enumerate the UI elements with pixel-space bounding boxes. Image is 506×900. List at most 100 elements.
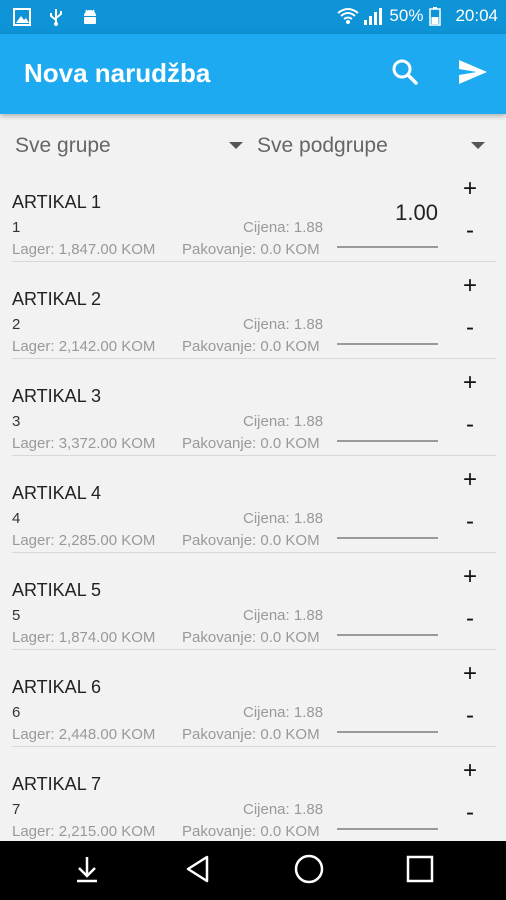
quantity-input[interactable] [337, 440, 438, 442]
navigation-bar [0, 841, 506, 900]
decrement-button[interactable]: - [458, 703, 482, 729]
quantity-input[interactable]: 1.00 [395, 200, 438, 226]
list-item[interactable]: ARTIKAL 6 6 Cijena: 1.88 Lager: 2,448.00… [0, 661, 506, 758]
item-name: ARTIKAL 6 [12, 677, 102, 697]
chevron-down-icon[interactable] [229, 142, 243, 149]
list-item[interactable]: ARTIKAL 7 7 Cijena: 1.88 Lager: 2,215.00… [0, 758, 506, 841]
item-packaging: Pakovanje: 0.0 KOM [182, 823, 320, 840]
back-icon [183, 854, 213, 889]
download-icon [72, 854, 102, 889]
item-stock: Lager: 1,847.00 KOM [12, 241, 156, 258]
item-price: Cijena: 1.88 [243, 219, 324, 236]
usb-icon [46, 7, 66, 27]
filter-bar: Sve grupe Sve podgrupe [0, 114, 506, 176]
item-name: ARTIKAL 3 [12, 386, 102, 406]
search-icon [391, 58, 419, 91]
item-code: 7 [12, 801, 21, 818]
item-code: 2 [12, 316, 21, 333]
item-stock: Lager: 2,448.00 KOM [12, 726, 156, 743]
item-code: 5 [12, 607, 21, 624]
battery-icon [429, 6, 449, 26]
subgroup-dropdown[interactable]: Sve podgrupe [257, 134, 388, 158]
search-button[interactable] [387, 56, 423, 92]
signal-icon [363, 6, 383, 26]
list-item[interactable]: ARTIKAL 3 3 Cijena: 1.88 Lager: 3,372.00… [0, 370, 506, 467]
increment-button[interactable]: + [458, 758, 482, 784]
quantity-input[interactable] [337, 634, 438, 636]
item-packaging: Pakovanje: 0.0 KOM [182, 435, 320, 452]
image-icon [12, 7, 32, 27]
status-bar: 50% 20:04 [0, 0, 506, 34]
quantity-input[interactable] [337, 537, 438, 539]
item-packaging: Pakovanje: 0.0 KOM [182, 241, 320, 258]
item-name: ARTIKAL 4 [12, 483, 102, 503]
quantity-field-underline[interactable] [337, 246, 438, 248]
decrement-button[interactable]: - [458, 509, 482, 535]
item-code: 4 [12, 510, 21, 527]
item-packaging: Pakovanje: 0.0 KOM [182, 629, 320, 646]
item-code: 6 [12, 704, 21, 721]
wifi-icon [337, 6, 360, 26]
list-item[interactable]: ARTIKAL 5 5 Cijena: 1.88 Lager: 1,874.00… [0, 564, 506, 661]
page-title: Nova narudžba [24, 58, 211, 88]
battery-percent: 50% [389, 6, 424, 25]
item-packaging: Pakovanje: 0.0 KOM [182, 726, 320, 743]
increment-button[interactable]: + [458, 661, 482, 687]
item-code: 3 [12, 413, 21, 430]
app-bar: Nova narudžba [0, 34, 506, 114]
android-icon [80, 7, 100, 27]
divider [12, 552, 496, 553]
decrement-button[interactable]: - [458, 218, 482, 244]
item-packaging: Pakovanje: 0.0 KOM [182, 532, 320, 549]
increment-button[interactable]: + [458, 273, 482, 299]
home-button[interactable] [289, 851, 329, 891]
item-stock: Lager: 2,285.00 KOM [12, 532, 156, 549]
group-dropdown[interactable]: Sve grupe [15, 134, 111, 158]
item-name: ARTIKAL 1 [12, 192, 102, 212]
item-price: Cijena: 1.88 [243, 510, 324, 527]
divider [12, 649, 496, 650]
send-icon [457, 58, 489, 91]
chevron-down-icon[interactable] [471, 142, 485, 149]
recents-button[interactable] [400, 851, 440, 891]
item-price: Cijena: 1.88 [243, 413, 324, 430]
list-item[interactable]: ARTIKAL 1 1 Cijena: 1.88 Lager: 1,847.00… [0, 176, 506, 273]
item-name: ARTIKAL 2 [12, 289, 102, 309]
recents-icon [405, 854, 435, 889]
decrement-button[interactable]: - [458, 800, 482, 826]
decrement-button[interactable]: - [458, 315, 482, 341]
divider [12, 746, 496, 747]
increment-button[interactable]: + [458, 176, 482, 202]
item-price: Cijena: 1.88 [243, 316, 324, 333]
item-packaging: Pakovanje: 0.0 KOM [182, 338, 320, 355]
list-item[interactable]: ARTIKAL 2 2 Cijena: 1.88 Lager: 2,142.00… [0, 273, 506, 370]
send-button[interactable] [455, 56, 491, 92]
item-price: Cijena: 1.88 [243, 801, 324, 818]
increment-button[interactable]: + [458, 467, 482, 493]
download-button[interactable] [67, 851, 107, 891]
clock: 20:04 [455, 6, 498, 25]
divider [12, 455, 496, 456]
divider [12, 261, 496, 262]
home-icon [293, 853, 325, 890]
item-name: ARTIKAL 7 [12, 774, 102, 794]
item-price: Cijena: 1.88 [243, 704, 324, 721]
item-stock: Lager: 3,372.00 KOM [12, 435, 156, 452]
increment-button[interactable]: + [458, 370, 482, 396]
divider [12, 358, 496, 359]
back-button[interactable] [178, 851, 218, 891]
quantity-input[interactable] [337, 343, 438, 345]
list-item[interactable]: ARTIKAL 4 4 Cijena: 1.88 Lager: 2,285.00… [0, 467, 506, 564]
item-price: Cijena: 1.88 [243, 607, 324, 624]
item-list[interactable]: ARTIKAL 1 1 Cijena: 1.88 Lager: 1,847.00… [0, 176, 506, 841]
item-stock: Lager: 2,215.00 KOM [12, 823, 156, 840]
decrement-button[interactable]: - [458, 412, 482, 438]
item-name: ARTIKAL 5 [12, 580, 102, 600]
item-stock: Lager: 2,142.00 KOM [12, 338, 156, 355]
quantity-input[interactable] [337, 828, 438, 830]
decrement-button[interactable]: - [458, 606, 482, 632]
quantity-input[interactable] [337, 731, 438, 733]
item-code: 1 [12, 219, 21, 236]
item-stock: Lager: 1,874.00 KOM [12, 629, 156, 646]
increment-button[interactable]: + [458, 564, 482, 590]
